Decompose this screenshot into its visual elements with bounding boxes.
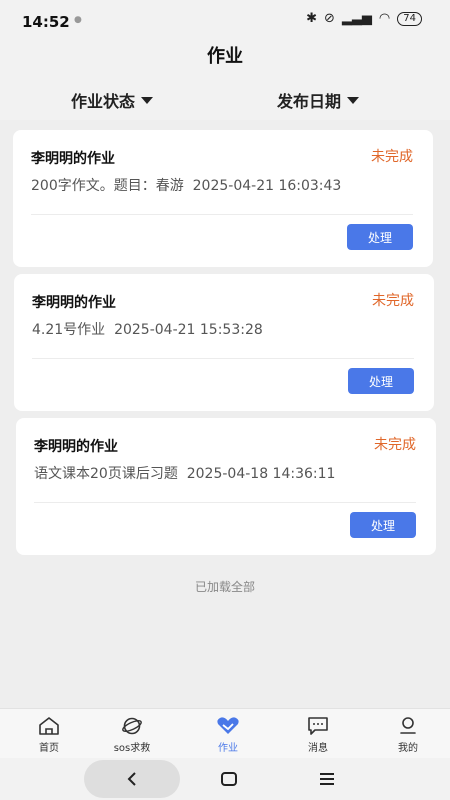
status-filter-label: 作业状态 xyxy=(71,92,136,111)
assignment-list[interactable]: 李明明的作业 未完成 200字作文。题目：春游 2025-04-21 16:03… xyxy=(0,120,450,708)
header: 作业 xyxy=(0,42,450,76)
process-button[interactable]: 处理 xyxy=(347,224,413,250)
tab-profile[interactable]: 我的 xyxy=(373,715,443,754)
assignment-status: 未完成 xyxy=(374,437,416,453)
menu-icon xyxy=(320,773,334,785)
assignment-card[interactable]: 李明明的作业 未完成 200字作文。题目：春游 2025-04-21 16:03… xyxy=(13,130,433,267)
battery-icon: 74 xyxy=(397,11,422,26)
assignment-description: 200字作文。题目：春游 xyxy=(31,178,184,194)
back-chevron-icon xyxy=(127,772,136,786)
assignment-status: 未完成 xyxy=(371,149,413,165)
bluetooth-icon: ✱ xyxy=(306,11,318,26)
system-nav-bar xyxy=(0,758,450,800)
assignment-description-line: 4.21号作业 2025-04-21 15:53:28 xyxy=(32,319,263,339)
assignment-datetime: 2025-04-18 14:36:11 xyxy=(186,466,336,482)
date-filter-dropdown[interactable]: 发布日期 xyxy=(277,88,360,112)
process-button[interactable]: 处理 xyxy=(350,512,416,538)
status-filter-dropdown[interactable]: 作业状态 xyxy=(71,88,154,112)
status-icons: ✱ ⊘ ▂▃▅ ◠ 74 xyxy=(306,11,422,26)
tab-label: 作业 xyxy=(218,743,238,754)
wifi-icon: ◠ xyxy=(378,11,391,26)
notification-dot-icon: ● xyxy=(74,15,82,25)
bottom-tab-bar: 首页 sos求救 作业 消息 我的 xyxy=(0,708,450,759)
signal-icon: ▂▃▅ xyxy=(341,11,372,26)
sos-icon xyxy=(97,715,167,737)
mute-icon: ⊘ xyxy=(324,11,335,26)
assignment-datetime: 2025-04-21 15:53:28 xyxy=(114,322,263,338)
homework-icon xyxy=(193,715,263,737)
divider xyxy=(32,358,414,359)
home-icon xyxy=(14,715,84,737)
assignment-description-line: 200字作文。题目：春游 2025-04-21 16:03:43 xyxy=(31,175,341,195)
date-filter-label: 发布日期 xyxy=(277,92,342,111)
assignment-description: 语文课本20页课后习题 xyxy=(34,466,178,482)
tab-home[interactable]: 首页 xyxy=(14,715,84,754)
list-end-text: 已加载全部 xyxy=(194,580,255,594)
home-square-icon xyxy=(221,772,237,786)
assignment-title: 李明明的作业 xyxy=(34,439,118,455)
divider xyxy=(34,502,416,503)
message-icon xyxy=(283,715,353,737)
filter-bar: 作业状态 发布日期 xyxy=(0,84,450,116)
assignment-card[interactable]: 李明明的作业 未完成 4.21号作业 2025-04-21 15:53:28 处… xyxy=(14,274,434,411)
status-time: 14:52 xyxy=(22,13,70,31)
home-button[interactable] xyxy=(214,760,244,798)
page-title: 作业 xyxy=(207,46,243,67)
divider xyxy=(31,214,413,215)
caret-down-icon xyxy=(141,96,154,104)
tab-messages[interactable]: 消息 xyxy=(283,715,353,754)
assignment-title: 李明明的作业 xyxy=(31,151,115,167)
recents-button[interactable] xyxy=(312,760,342,798)
tab-label: sos求救 xyxy=(113,743,151,754)
process-button[interactable]: 处理 xyxy=(348,368,414,394)
assignment-title: 李明明的作业 xyxy=(32,295,116,311)
assignment-datetime: 2025-04-21 16:03:43 xyxy=(192,178,342,194)
assignment-description-line: 语文课本20页课后习题 2025-04-18 14:36:11 xyxy=(34,463,335,483)
tab-label: 消息 xyxy=(308,743,328,754)
tab-homework[interactable]: 作业 xyxy=(193,715,263,754)
tab-sos[interactable]: sos求救 xyxy=(97,715,167,754)
assignment-status: 未完成 xyxy=(372,293,414,309)
tab-label: 首页 xyxy=(39,743,59,754)
tab-label: 我的 xyxy=(398,743,418,754)
assignment-description: 4.21号作业 xyxy=(32,322,106,338)
status-bar: 14:52 ● ✱ ⊘ ▂▃▅ ◠ 74 xyxy=(0,0,450,42)
assignment-card[interactable]: 李明明的作业 未完成 语文课本20页课后习题 2025-04-18 14:36:… xyxy=(16,418,436,555)
profile-icon xyxy=(373,715,443,737)
caret-down-icon xyxy=(347,96,360,104)
back-button[interactable] xyxy=(84,760,180,798)
